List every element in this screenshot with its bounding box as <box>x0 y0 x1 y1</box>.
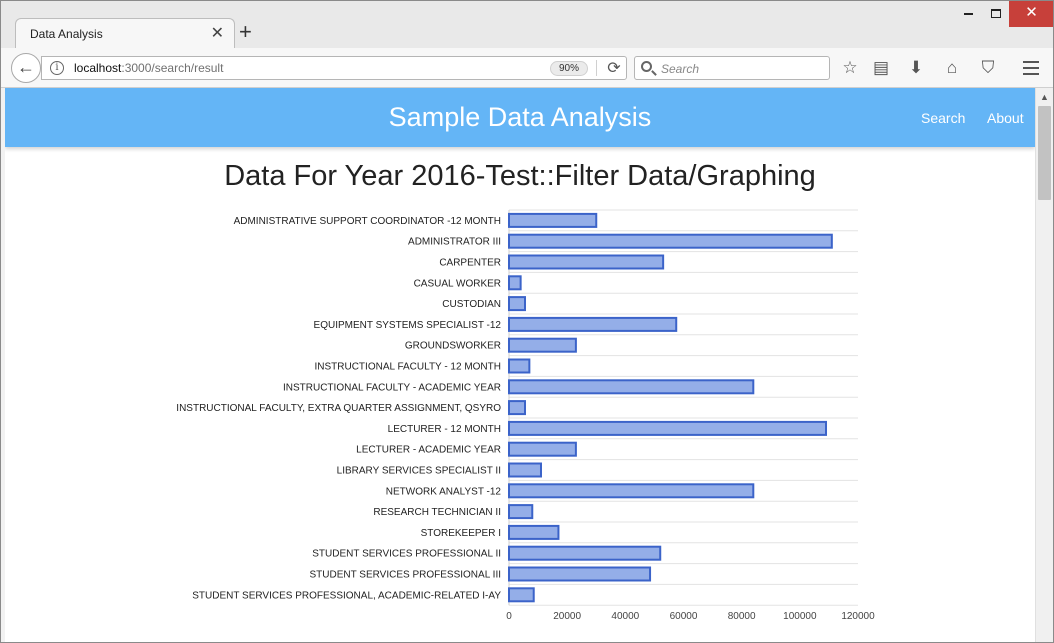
category-label: INSTRUCTIONAL FACULTY - ACADEMIC YEAR <box>283 382 501 393</box>
category-label: CUSTODIAN <box>442 299 501 310</box>
category-label: LECTURER - ACADEMIC YEAR <box>356 445 501 456</box>
bar <box>508 275 522 291</box>
category-label: STUDENT SERVICES PROFESSIONAL, ACADEMIC-… <box>192 590 501 601</box>
x-tick-label: 80000 <box>728 611 756 622</box>
url-text[interactable]: localhost:3000/search/result <box>74 61 223 75</box>
reading-list-icon[interactable]: ▤ <box>869 57 893 79</box>
search-placeholder: Search <box>661 62 700 76</box>
bar <box>508 254 665 270</box>
category-label: INSTRUCTIONAL FACULTY, EXTRA QUARTER ASS… <box>176 403 501 414</box>
bar <box>508 296 526 312</box>
window-close-button[interactable]: ✕ <box>1009 1 1053 27</box>
info-icon[interactable]: i <box>50 61 64 75</box>
category-label: GROUNDSWORKER <box>405 341 501 352</box>
new-tab-button[interactable]: + <box>239 20 252 44</box>
bar <box>508 566 652 582</box>
bar-chart: ADMINISTRATIVE SUPPORT COORDINATOR -12 M… <box>176 209 875 622</box>
category-label: RESEARCH TECHNICIAN II <box>373 507 501 518</box>
category-label: NETWORK ANALYST -12 <box>386 486 502 497</box>
home-icon[interactable]: ⌂ <box>940 57 964 79</box>
back-arrow-icon: ← <box>17 57 35 77</box>
category-label: STOREKEEPER I <box>421 528 501 539</box>
category-label: EQUIPMENT SYSTEMS SPECIALIST -12 <box>314 320 502 331</box>
download-icon[interactable]: ⬇ <box>904 57 928 79</box>
pocket-icon[interactable]: ⛉ <box>976 57 1000 79</box>
tab-strip: Data Analysis ✕ + ✕ <box>1 1 1053 48</box>
tab-title: Data Analysis <box>30 27 103 41</box>
category-label: INSTRUCTIONAL FACULTY - 12 MONTH <box>314 362 501 373</box>
bar <box>508 420 828 436</box>
bar <box>508 233 833 249</box>
reload-icon[interactable]: ⟳ <box>602 58 626 78</box>
url-bar[interactable]: i localhost:3000/search/result 90% ⟳ <box>41 56 627 80</box>
category-label: STUDENT SERVICES PROFESSIONAL II <box>312 549 501 560</box>
bar <box>508 400 526 416</box>
bar <box>508 504 534 520</box>
search-icon <box>641 61 652 72</box>
reload-divider <box>596 60 597 76</box>
category-label: CARPENTER <box>439 258 501 269</box>
bar <box>508 545 662 561</box>
x-tick-label: 60000 <box>670 611 698 622</box>
back-button[interactable]: ← <box>11 53 41 83</box>
scroll-thumb[interactable] <box>1038 106 1051 200</box>
bar <box>508 441 577 457</box>
bar <box>508 483 755 499</box>
category-label: STUDENT SERVICES PROFESSIONAL III <box>309 570 501 581</box>
zoom-level-badge[interactable]: 90% <box>550 61 589 76</box>
bar <box>508 379 755 395</box>
browser-window: Data Analysis ✕ + ✕ i localhost:3000/sea… <box>0 0 1054 643</box>
bookmark-star-icon[interactable]: ☆ <box>838 57 862 79</box>
category-label: CASUAL WORKER <box>414 278 501 289</box>
url-path: :3000/search/result <box>121 61 224 75</box>
x-tick-label: 0 <box>506 611 512 622</box>
url-host: localhost <box>74 61 122 75</box>
bar <box>508 337 577 353</box>
x-tick-label: 40000 <box>611 611 639 622</box>
bar <box>508 212 598 228</box>
search-input[interactable]: Search <box>634 56 830 80</box>
x-tick-label: 120000 <box>841 611 875 622</box>
x-tick-label: 100000 <box>783 611 817 622</box>
x-tick-label: 20000 <box>553 611 581 622</box>
bar <box>508 358 531 374</box>
window-minimize-button[interactable] <box>953 1 983 27</box>
page-viewport: Sample Data Analysis Search About Data F… <box>5 88 1035 642</box>
bar <box>508 316 678 332</box>
bar <box>508 462 542 478</box>
scroll-up-arrow-icon[interactable]: ▲ <box>1040 92 1049 102</box>
window-maximize-button[interactable] <box>981 1 1011 27</box>
vertical-scrollbar[interactable]: ▲ <box>1035 88 1053 642</box>
category-label: ADMINISTRATIVE SUPPORT COORDINATOR -12 M… <box>234 216 501 227</box>
hamburger-menu-icon[interactable] <box>1019 57 1043 79</box>
category-label: ADMINISTRATOR III <box>408 237 501 248</box>
browser-tab[interactable]: Data Analysis ✕ <box>15 18 235 48</box>
tab-close-icon[interactable]: ✕ <box>211 23 224 43</box>
bar <box>508 587 535 603</box>
category-label: LECTURER - 12 MONTH <box>388 424 501 435</box>
navigation-toolbar: i localhost:3000/search/result 90% ⟳ ← S… <box>1 48 1053 88</box>
category-label: LIBRARY SERVICES SPECIALIST II <box>337 466 501 477</box>
bar <box>508 524 560 540</box>
